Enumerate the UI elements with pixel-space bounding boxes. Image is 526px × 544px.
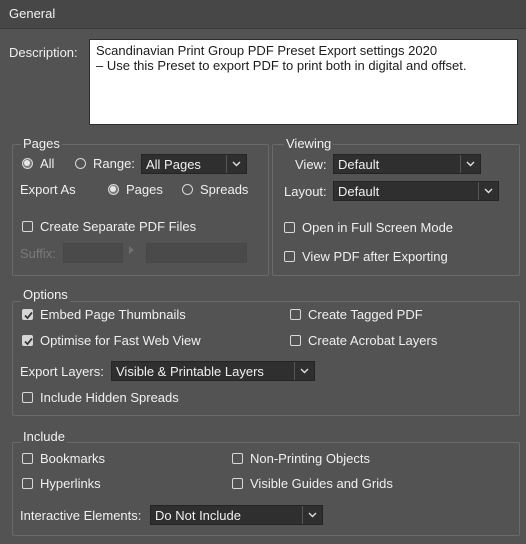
chevron-down-icon: [478, 182, 498, 200]
suffix-label: Suffix:: [20, 246, 56, 261]
description-line-2: – Use this Preset to export PDF to print…: [96, 58, 467, 73]
interactive-elements-select-value: Do Not Include: [155, 508, 241, 523]
hyperlinks-label: Hyperlinks: [40, 476, 101, 491]
checkmark-icon: [24, 337, 33, 346]
export-as-label: Export As: [20, 182, 76, 197]
export-pages-radio[interactable]: [108, 184, 119, 195]
export-spreads-label: Spreads: [200, 182, 249, 197]
acrobat-layers-label: Create Acrobat Layers: [308, 333, 438, 348]
embed-thumbnails-label: Embed Page Thumbnails: [40, 307, 186, 322]
description-line-1: Scandinavian Print Group PDF Preset Expo…: [96, 43, 438, 58]
export-pages-label: Pages: [126, 182, 163, 197]
non-printing-label: Non-Printing Objects: [250, 451, 370, 466]
play-arrow-icon: [129, 246, 134, 254]
view-after-export-label: View PDF after Exporting: [302, 249, 448, 264]
section-title: General: [9, 6, 56, 21]
chevron-down-icon: [302, 506, 322, 524]
description-textarea[interactable]: Scandinavian Print Group PDF Preset Expo…: [89, 39, 518, 125]
suffix-token-field: [146, 243, 247, 263]
guides-grids-label: Visible Guides and Grids: [250, 476, 393, 491]
tagged-pdf-checkbox[interactable]: [290, 309, 301, 320]
separate-files-label: Create Separate PDF Files: [40, 219, 197, 234]
guides-grids-checkbox[interactable]: [232, 478, 243, 489]
export-layers-label: Export Layers:: [20, 364, 104, 379]
view-select-value: Default: [338, 157, 380, 172]
acrobat-layers-checkbox[interactable]: [290, 335, 301, 346]
non-printing-checkbox[interactable]: [232, 453, 243, 464]
interactive-elements-select[interactable]: Do Not Include: [150, 505, 323, 525]
view-after-export-checkbox[interactable]: [284, 251, 295, 262]
viewing-group-title: Viewing: [284, 136, 334, 151]
view-select[interactable]: Default: [333, 154, 481, 174]
optimise-web-checkbox[interactable]: [22, 335, 33, 346]
all-pages-label: All: [40, 156, 55, 171]
chevron-down-icon: [226, 155, 246, 173]
tagged-pdf-label: Create Tagged PDF: [308, 307, 423, 322]
export-spreads-radio[interactable]: [182, 184, 193, 195]
range-radio[interactable]: [75, 158, 86, 169]
chevron-down-icon: [294, 362, 314, 380]
embed-thumbnails-checkbox[interactable]: [22, 309, 33, 320]
all-pages-radio[interactable]: [22, 158, 33, 169]
view-label: View:: [295, 157, 327, 172]
full-screen-label: Open in Full Screen Mode: [302, 220, 454, 235]
optimise-web-label: Optimise for Fast Web View: [40, 333, 201, 348]
layout-label: Layout:: [284, 184, 327, 199]
suffix-field: [63, 243, 123, 263]
range-select-value: All Pages: [146, 157, 201, 172]
export-layers-select[interactable]: Visible & Printable Layers: [111, 361, 315, 381]
hidden-spreads-checkbox[interactable]: [22, 392, 33, 403]
range-select[interactable]: All Pages: [141, 154, 247, 174]
export-layers-select-value: Visible & Printable Layers: [116, 364, 264, 379]
hyperlinks-checkbox[interactable]: [22, 478, 33, 489]
section-header: General: [0, 0, 526, 29]
options-group-title: Options: [21, 287, 70, 302]
interactive-elements-label: Interactive Elements:: [20, 508, 142, 523]
full-screen-checkbox[interactable]: [284, 222, 295, 233]
bookmarks-checkbox[interactable]: [22, 453, 33, 464]
bookmarks-label: Bookmarks: [40, 451, 106, 466]
include-group-title: Include: [21, 429, 67, 444]
layout-select-value: Default: [338, 184, 380, 199]
pages-group-title: Pages: [21, 136, 62, 151]
range-label: Range:: [93, 156, 135, 171]
checkmark-icon: [24, 311, 33, 320]
separate-files-checkbox[interactable]: [22, 221, 33, 232]
description-label: Description:: [9, 45, 78, 60]
hidden-spreads-label: Include Hidden Spreads: [40, 390, 179, 405]
layout-select[interactable]: Default: [333, 181, 499, 201]
chevron-down-icon: [460, 155, 480, 173]
